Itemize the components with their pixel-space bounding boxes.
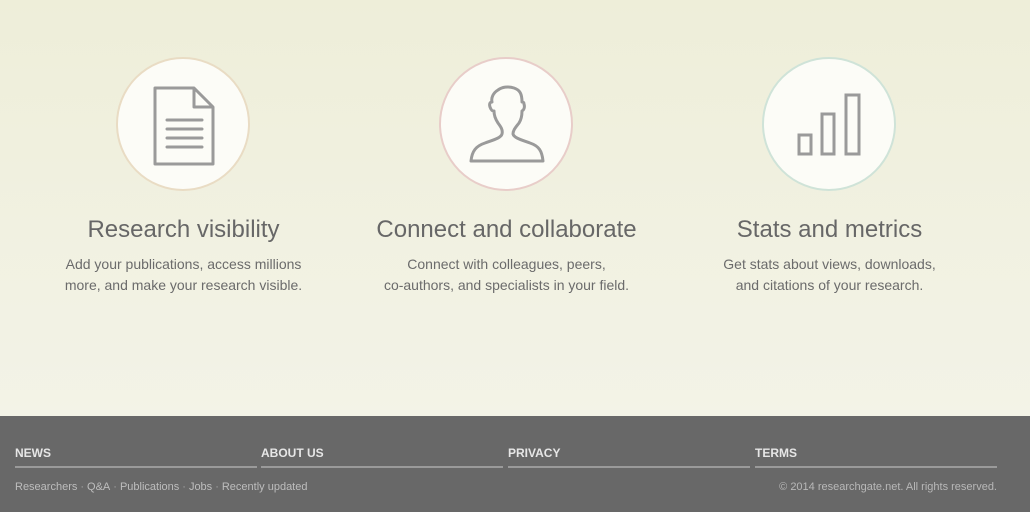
feature-description: Add your publications, access millions m…	[22, 254, 345, 296]
feature-description: Get stats about views, downloads, and ci…	[668, 254, 991, 296]
footer-section-privacy: PRIVACY	[508, 444, 750, 468]
page: Research visibility Add your publication…	[0, 0, 1030, 512]
feature-description-line: Connect with colleagues, peers,	[407, 256, 606, 272]
footer-separator: ·	[215, 481, 219, 493]
footer-heading-terms[interactable]: TERMS	[755, 444, 997, 460]
footer-link-jobs[interactable]: Jobs	[189, 481, 212, 493]
footer-section-about: ABOUT US	[261, 444, 503, 468]
feature-icon-circle	[762, 57, 896, 191]
footer-link-recently-updated[interactable]: Recently updated	[222, 481, 308, 493]
footer-separator: ·	[80, 481, 85, 493]
footer: NEWS ABOUT US PRIVACY TERMS Researchers ·…	[0, 416, 1030, 512]
feature-description-line: Add your publications, access millions	[65, 256, 302, 272]
document-icon	[153, 86, 215, 166]
feature-title: Connect and collaborate	[376, 216, 637, 243]
footer-section-terms: TERMS	[755, 444, 997, 468]
feature-description: Connect with colleagues, peers, co-autho…	[345, 254, 668, 296]
feature-description-line: co-authors, and specialists in your fiel…	[383, 277, 630, 293]
copyright-notice: © 2014 researchgate.net. All rights rese…	[779, 481, 997, 493]
feature-description-line: and citations of your research.	[735, 277, 924, 293]
footer-separator: ·	[113, 481, 117, 493]
footer-separator: ·	[182, 481, 186, 493]
feature-description-line: Get stats about views, downloads,	[723, 256, 936, 272]
features-section: Research visibility Add your publication…	[0, 0, 1030, 416]
bar-chart-icon	[797, 93, 861, 156]
footer-heading-news[interactable]: NEWS	[15, 444, 257, 460]
footer-links: Researchers · Q&A · Publications · Jobs · Recent…	[15, 480, 307, 494]
feature-icon-circle	[116, 57, 250, 191]
feature-icon-circle	[439, 57, 573, 191]
feature-title: Research visibility	[87, 216, 280, 243]
footer-link-researchers[interactable]: Researchers	[15, 481, 77, 493]
footer-link-qa[interactable]: Q&A	[87, 481, 110, 493]
footer-heading-about[interactable]: ABOUT US	[261, 444, 503, 460]
person-icon	[469, 85, 545, 163]
footer-section-news: NEWS	[15, 444, 257, 468]
footer-link-publications[interactable]: Publications	[120, 481, 179, 493]
feature-title: Stats and metrics	[736, 216, 923, 243]
footer-heading-privacy[interactable]: PRIVACY	[508, 444, 750, 460]
feature-description-line: more, and make your research visible.	[64, 277, 303, 293]
